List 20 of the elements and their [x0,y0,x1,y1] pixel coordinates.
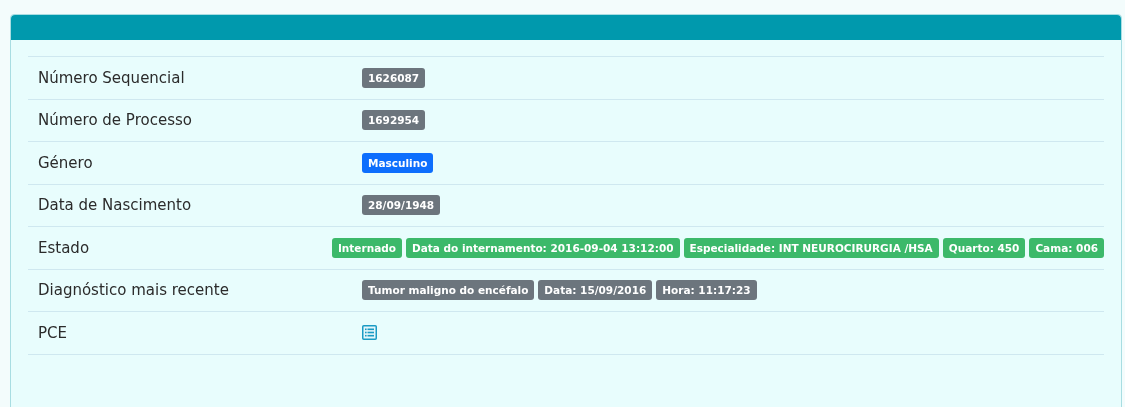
value-tag: Data do internamento: 2016-09-04 13:12:00 [405,237,680,258]
field-label: Número de Processo [38,110,193,131]
value-tag: Tumor maligno do encéfalo [362,280,535,301]
field-label: Diagnóstico mais recente [38,280,230,301]
value-tag: Quarto: 450 [942,237,1026,258]
list-icon[interactable] [362,325,377,341]
value-tag: Especialidade: INT NEUROCIRURGIA /HSA [683,237,939,258]
value-tag: Data: 15/09/2016 [538,280,653,301]
value-tag: Cama: 006 [1029,237,1104,258]
value-tag: Hora: 11:17:23 [656,280,757,301]
field-label: Género [38,152,94,174]
value-tag: 1692954 [362,110,426,131]
value-tag: Internado [331,237,402,258]
value-tag: 28/09/1948 [362,195,441,216]
field-label: Estado [38,237,91,259]
field-label: PCE [38,322,68,344]
value-tag: 1626087 [362,67,426,88]
field-label: Número Sequencial [38,67,186,89]
value-tag: Masculino [362,152,434,173]
field-label: Data de Nascimento [38,195,193,216]
